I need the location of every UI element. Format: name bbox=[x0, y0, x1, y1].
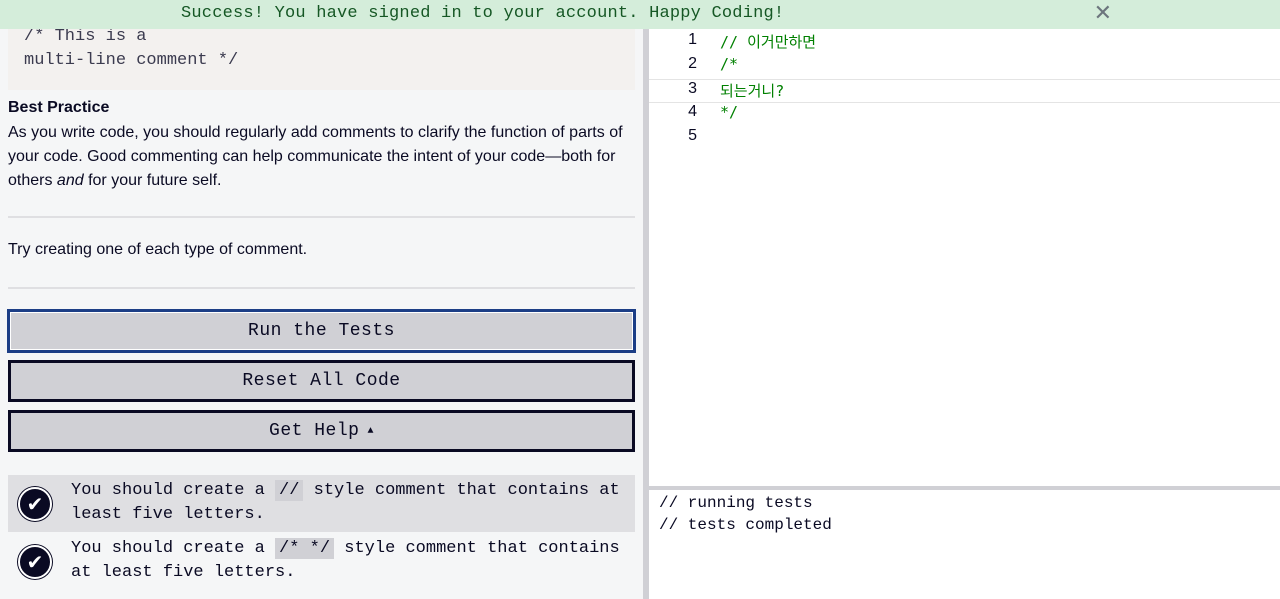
line-code: */ bbox=[720, 103, 739, 121]
line-number: 1 bbox=[688, 31, 697, 48]
code-example-line: multi-line comment */ bbox=[24, 51, 239, 70]
console-line: // tests completed bbox=[659, 516, 832, 534]
code-example-line: /* This is a bbox=[24, 29, 147, 46]
reset-code-button[interactable]: Reset All Code bbox=[8, 360, 635, 402]
get-help-label: Get Help bbox=[269, 421, 360, 441]
divider bbox=[8, 287, 635, 289]
test-text: You should create a /* */ style comment … bbox=[71, 538, 620, 582]
check-icon: ✔ bbox=[18, 487, 52, 521]
code-editor[interactable]: 1 // 이거만하면 2 /* 3 되는거니? 4 */ 5 bbox=[649, 29, 1280, 486]
editor-line: 4 */ bbox=[649, 103, 1280, 127]
get-help-button[interactable]: Get Help ▲ bbox=[8, 410, 635, 452]
task-text: Try creating one of each type of comment… bbox=[8, 241, 308, 258]
flash-banner: Success! You have signed in to your acco… bbox=[0, 0, 1280, 29]
line-number: 5 bbox=[688, 127, 697, 144]
test-result: ✔ You should create a /* */ style commen… bbox=[8, 533, 635, 590]
check-icon: ✔ bbox=[18, 545, 52, 579]
test-text: You should create a // style comment tha… bbox=[71, 480, 620, 524]
line-number: 3 bbox=[688, 80, 697, 97]
run-tests-button[interactable]: Run the Tests bbox=[8, 310, 635, 352]
caret-up-icon: ▲ bbox=[367, 425, 374, 437]
editor-line: 5 bbox=[649, 127, 1280, 151]
console-output: // running tests // tests completed bbox=[649, 490, 1280, 599]
best-practice-title: Best Practice bbox=[8, 99, 110, 116]
line-code: // 이거만하면 bbox=[720, 33, 817, 51]
code-example: /* This is a multi-line comment */ bbox=[8, 29, 635, 90]
line-number: 4 bbox=[688, 103, 697, 120]
editor-line-active: 3 되는거니? bbox=[649, 79, 1280, 103]
test-result: ✔ You should create a // style comment t… bbox=[8, 475, 635, 532]
console-line: // running tests bbox=[659, 494, 813, 512]
close-icon[interactable]: ✕ bbox=[1094, 1, 1112, 26]
line-number: 2 bbox=[688, 55, 697, 72]
editor-line: 1 // 이거만하면 bbox=[649, 31, 1280, 55]
line-code: 되는거니? bbox=[720, 82, 785, 100]
line-code: /* bbox=[720, 55, 739, 73]
instructions-pane: /* This is a multi-line comment */ Best … bbox=[0, 29, 643, 599]
flash-message: Success! You have signed in to your acco… bbox=[181, 4, 785, 23]
divider bbox=[8, 216, 635, 218]
best-practice-text: As you write code, you should regularly … bbox=[8, 124, 623, 189]
editor-line: 2 /* bbox=[649, 55, 1280, 79]
